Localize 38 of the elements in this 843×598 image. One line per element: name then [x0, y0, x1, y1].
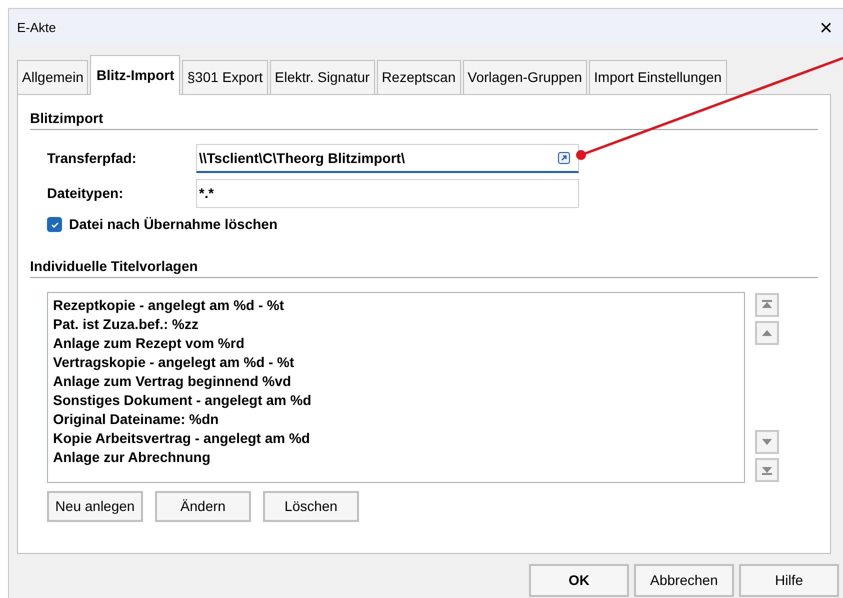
move-top-button[interactable] — [755, 293, 779, 317]
section-heading: Individuelle Titelvorlagen — [30, 257, 199, 275]
checkmark-icon — [50, 220, 60, 230]
list-item[interactable]: Original Dateiname: %dn — [53, 410, 744, 429]
list-item[interactable]: Sonstiges Dokument - angelegt am %d — [53, 391, 744, 410]
checkbox-label: Datei nach Übernahme löschen — [69, 215, 278, 234]
move-up-button[interactable] — [755, 321, 779, 345]
list-item[interactable]: Anlage zum Rezept vom %rd — [53, 334, 744, 353]
list-action-button[interactable]: Löschen — [263, 491, 359, 522]
tab[interactable]: Blitz-Import — [90, 55, 180, 95]
close-button[interactable]: × — [811, 16, 841, 38]
move-bottom-button[interactable] — [755, 458, 779, 482]
list-item[interactable]: Anlage zur Abrechnung — [53, 448, 744, 467]
tab[interactable]: Import Einstellungen — [589, 60, 727, 94]
window-title: E-Akte — [17, 18, 56, 37]
tab[interactable]: Vorlagen-Gruppen — [462, 60, 588, 94]
tab[interactable]: §301 Export — [182, 60, 268, 94]
move-down-button[interactable] — [755, 430, 779, 454]
section-heading: Blitzimport — [30, 109, 104, 127]
text-field[interactable]: *.* — [196, 179, 579, 208]
text-field[interactable]: \\Tsclient\C\Theorg Blitzimport\ — [196, 144, 579, 173]
field-label: Transferpfad: — [47, 149, 138, 168]
dialog-button[interactable]: OK — [529, 564, 629, 597]
tab[interactable]: Elektr. Signatur — [270, 60, 375, 94]
list-item[interactable]: Rezeptkopie - angelegt am %d - %t — [53, 296, 744, 315]
list-action-button[interactable]: Ändern — [155, 491, 251, 522]
list-item[interactable]: Kopie Arbeitsvertrag - angelegt am %d — [53, 429, 744, 448]
tab[interactable]: Rezeptscan — [376, 60, 461, 94]
tab[interactable]: Allgemein — [17, 60, 88, 94]
dialog-button[interactable]: Hilfe — [739, 564, 839, 597]
dialog-button[interactable]: Abbrechen — [634, 564, 734, 597]
list-action-button[interactable]: Neu anlegen — [47, 491, 143, 522]
browse-icon[interactable] — [558, 152, 570, 164]
list-item[interactable]: Pat. ist Zuza.bef.: %zz — [53, 315, 744, 334]
field-label: Dateitypen: — [47, 184, 124, 203]
list-item[interactable]: Vertragskopie - angelegt am %d - %t — [53, 353, 744, 372]
list-item[interactable]: Anlage zum Vertrag beginnend %vd — [53, 372, 744, 391]
checkbox[interactable] — [47, 217, 62, 232]
